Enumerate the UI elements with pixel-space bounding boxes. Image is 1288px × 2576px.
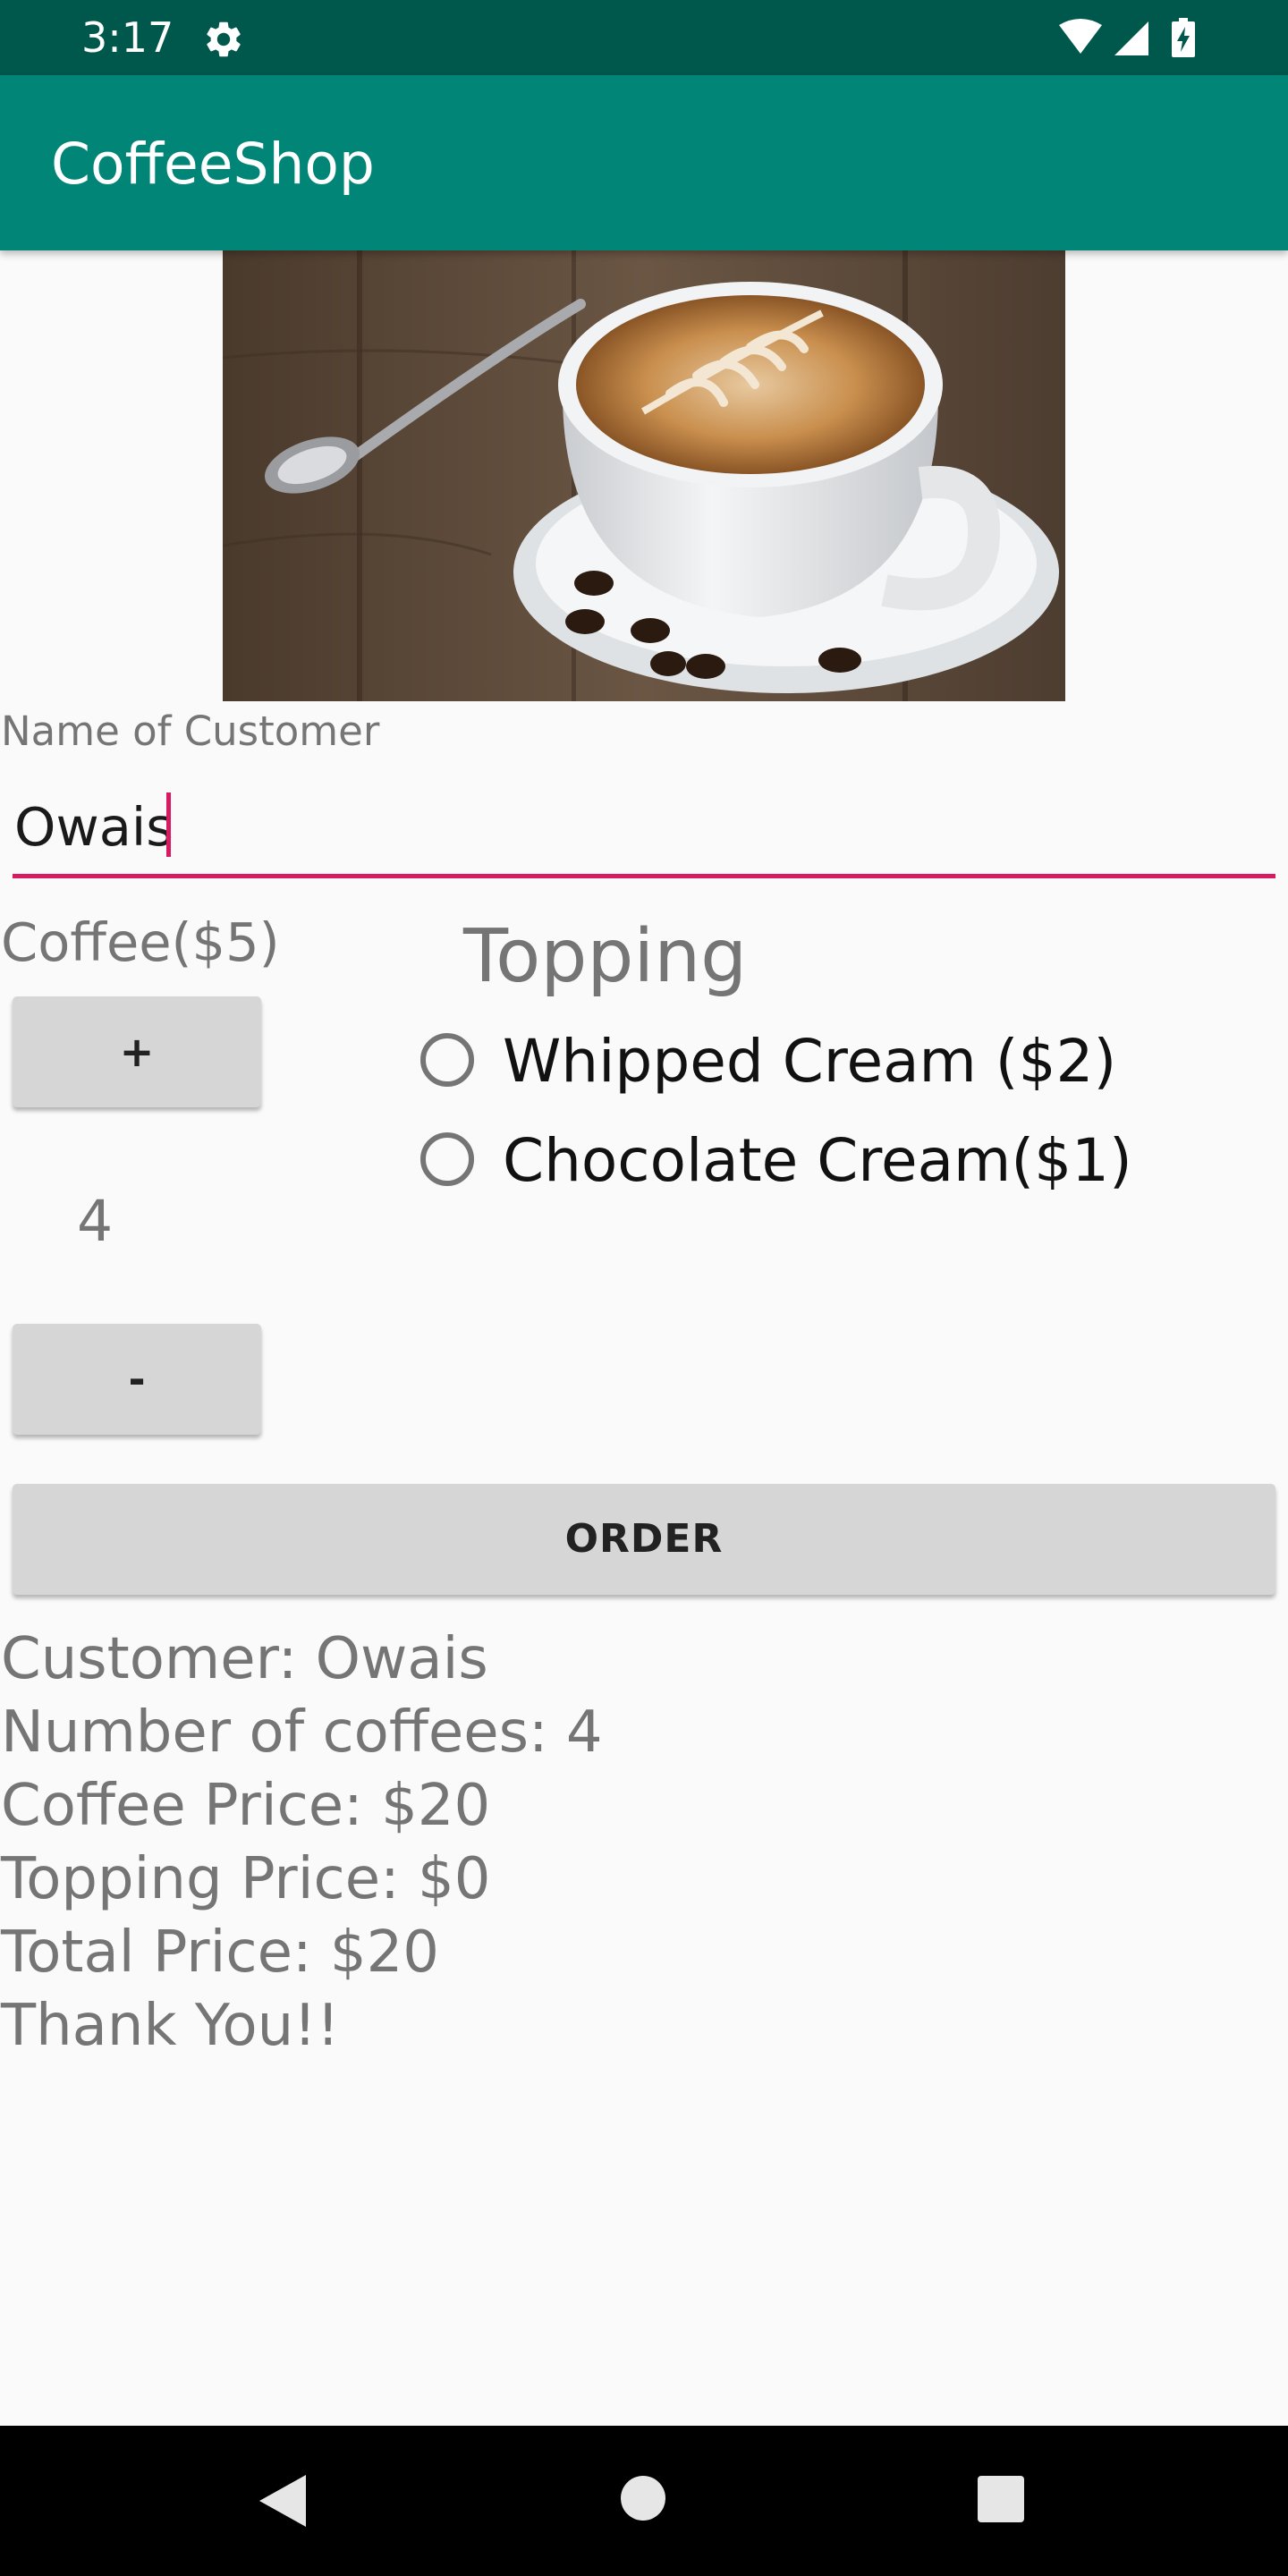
navigation-bar (0, 2426, 1288, 2576)
battery-charging-icon (1172, 18, 1195, 57)
status-icons (1059, 18, 1195, 57)
recents-icon[interactable] (978, 2476, 1024, 2522)
summary-thank-you: Thank You!! (1, 1993, 340, 2059)
summary-total-price: Total Price: $20 (1, 1919, 439, 1986)
gear-icon (207, 21, 241, 57)
radio-unchecked-icon[interactable] (420, 1132, 474, 1186)
text-cursor (166, 792, 171, 857)
quantity-value: 4 (77, 1189, 114, 1254)
summary-coffee-price: Coffee Price: $20 (1, 1773, 491, 1839)
app-bar: CoffeeShop (0, 75, 1288, 250)
order-button[interactable]: ORDER (13, 1484, 1275, 1595)
decrement-button[interactable]: - (13, 1324, 261, 1435)
radio-unchecked-icon[interactable] (420, 1033, 474, 1087)
topping-heading: Topping (463, 914, 748, 999)
coffee-price-label: Coffee($5) (1, 911, 280, 973)
chocolate-cream-label[interactable]: Chocolate Cream($1) (503, 1126, 1132, 1196)
order-summary: Customer: Owais Number of coffees: 4 Cof… (1, 1623, 603, 2063)
summary-customer: Customer: Owais (1, 1626, 488, 1692)
customer-name-input[interactable]: Owais (13, 778, 1275, 878)
summary-topping-price: Topping Price: $0 (1, 1846, 491, 1912)
status-time: 3:17 (81, 13, 174, 62)
back-icon[interactable] (256, 2471, 309, 2530)
app-title: CoffeeShop (51, 131, 375, 197)
signal-icon (1114, 21, 1148, 55)
increment-button[interactable]: + (13, 996, 261, 1107)
wifi-icon (1059, 19, 1102, 54)
summary-number-of-coffees: Number of coffees: 4 (1, 1699, 603, 1766)
customer-name-label: Name of Customer (1, 708, 380, 755)
coffee-cup-image (223, 250, 1065, 701)
customer-name-value: Owais (14, 796, 174, 858)
home-icon[interactable] (621, 2476, 665, 2521)
whipped-cream-label[interactable]: Whipped Cream ($2) (503, 1027, 1116, 1097)
status-bar: 3:17 (0, 0, 1288, 75)
